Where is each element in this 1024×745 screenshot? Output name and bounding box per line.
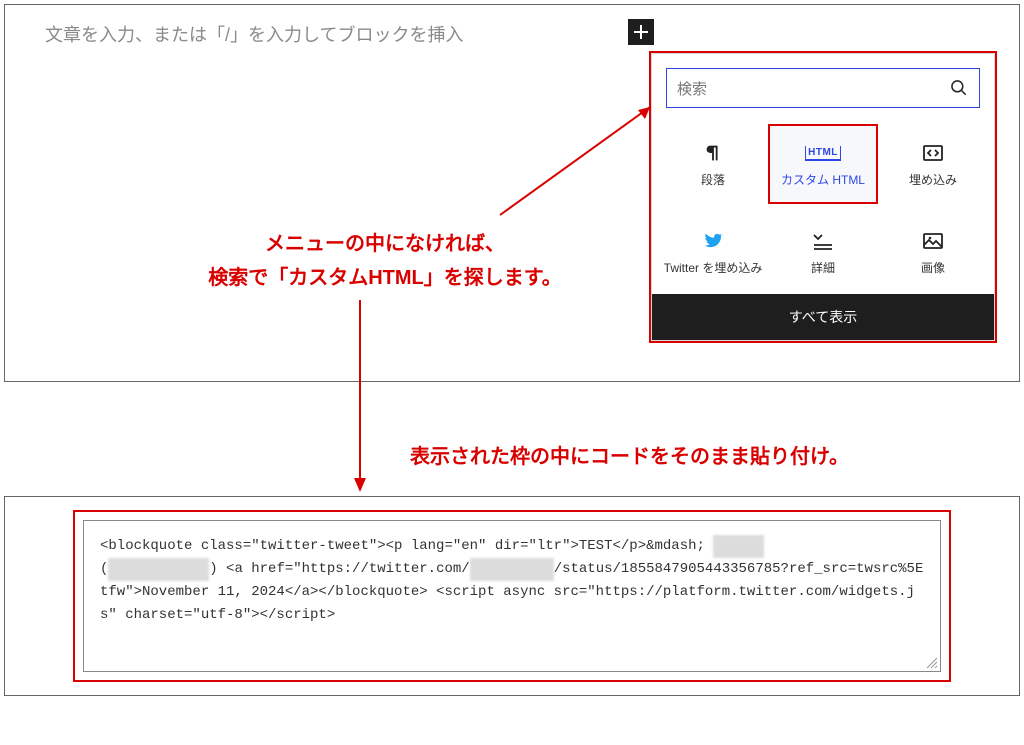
- search-row: 検索: [652, 54, 994, 114]
- editor-placeholder[interactable]: 文章を入力、または「/」を入力してブロックを挿入: [45, 21, 463, 47]
- block-embed[interactable]: 埋め込み: [878, 124, 988, 204]
- twitter-icon: [702, 227, 724, 255]
- block-label: Twitter を埋め込み: [664, 261, 763, 277]
- block-label: 段落: [701, 173, 725, 189]
- block-image[interactable]: 画像: [878, 212, 988, 292]
- code-panel: <blockquote class="twitter-tweet"><p lan…: [4, 496, 1020, 696]
- resize-handle-icon[interactable]: [926, 657, 938, 669]
- redacted-text: ██████████: [470, 558, 554, 581]
- paragraph-icon: [702, 139, 724, 167]
- block-label: 詳細: [811, 261, 835, 277]
- block-grid: 段落 HTML カスタム HTML 埋め込み: [652, 114, 994, 294]
- search-placeholder: 検索: [677, 78, 707, 99]
- plus-icon: [633, 24, 649, 40]
- editor-panel: 文章を入力、または「/」を入力してブロックを挿入 検索: [4, 4, 1020, 382]
- image-icon: [921, 227, 945, 255]
- add-block-button[interactable]: [628, 19, 654, 45]
- details-icon: [811, 227, 835, 255]
- block-inserter-popover: 検索 段落 HTML カスタム HTML: [651, 53, 995, 341]
- show-all-button[interactable]: すべて表示: [652, 294, 994, 340]
- block-inserter-highlight: 検索 段落 HTML カスタム HTML: [649, 51, 997, 343]
- block-paragraph[interactable]: 段落: [658, 124, 768, 204]
- block-details[interactable]: 詳細: [768, 212, 878, 292]
- embed-icon: [921, 139, 945, 167]
- redacted-text: ██████: [713, 535, 763, 558]
- redacted-text: █████/██████: [108, 558, 209, 581]
- annotation-paste-hint: 表示された枠の中にコードをそのまま貼り付け。: [410, 440, 849, 469]
- block-label: 埋め込み: [909, 173, 957, 189]
- search-input[interactable]: 検索: [666, 68, 980, 108]
- annotation-search-hint: メニューの中になければ、 検索で「カスタムHTML」を探します。: [165, 227, 605, 295]
- block-label: カスタム HTML: [781, 173, 865, 189]
- block-twitter[interactable]: Twitter を埋め込み: [658, 212, 768, 292]
- html-icon: HTML: [805, 139, 841, 167]
- search-icon: [949, 78, 969, 98]
- html-code-textarea[interactable]: <blockquote class="twitter-tweet"><p lan…: [83, 520, 941, 672]
- arrow-icon: [490, 95, 670, 225]
- annotation-text: メニューの中になければ、: [165, 227, 605, 261]
- block-label: 画像: [921, 261, 945, 277]
- block-custom-html[interactable]: HTML カスタム HTML: [768, 124, 878, 204]
- annotation-text: 検索で「カスタムHTML」を探します。: [165, 261, 605, 295]
- code-highlight: <blockquote class="twitter-tweet"><p lan…: [73, 510, 951, 682]
